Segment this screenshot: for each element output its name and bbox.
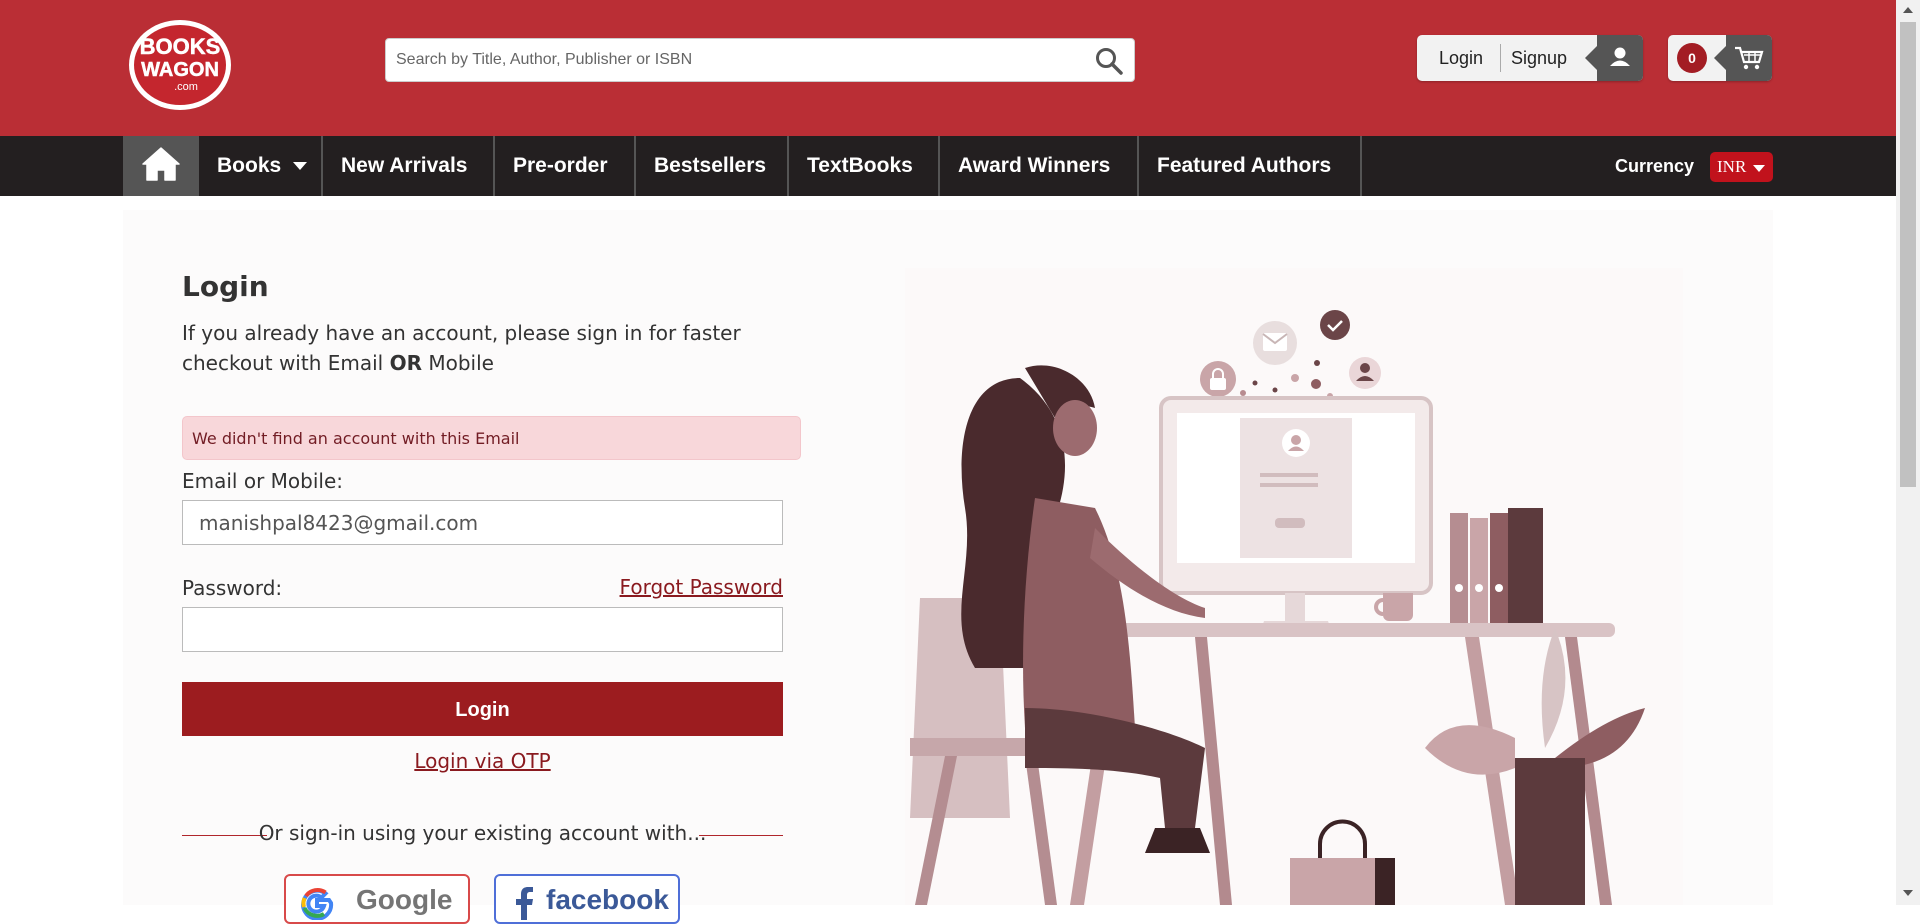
cart-box[interactable]: 0 xyxy=(1668,35,1772,81)
login-button[interactable]: Login xyxy=(182,682,783,736)
nav-new-arrivals[interactable]: New Arrivals xyxy=(322,136,495,196)
scroll-up-icon[interactable] xyxy=(1903,7,1913,13)
logo-line-2: WAGON xyxy=(141,59,219,81)
nav-home-button[interactable] xyxy=(123,136,199,196)
nav-bestsellers[interactable]: Bestsellers xyxy=(635,136,789,196)
auth-divider xyxy=(1500,44,1501,72)
google-signin-button[interactable]: Google xyxy=(284,874,470,924)
intro-or: OR xyxy=(389,351,422,375)
scrollbar-thumb[interactable] xyxy=(1900,22,1916,487)
login-via-otp-link[interactable]: Login via OTP xyxy=(182,749,783,773)
nav-award-winners[interactable]: Award Winners xyxy=(939,136,1139,196)
intro-text-2: Mobile xyxy=(422,351,494,375)
currency-select[interactable]: INR xyxy=(1710,152,1773,182)
nav-featured-authors-label: Featured Authors xyxy=(1157,154,1332,177)
search-icon[interactable] xyxy=(1094,46,1124,76)
nav-new-arrivals-label: New Arrivals xyxy=(341,154,468,177)
social-divider-text: Or sign-in using your existing account w… xyxy=(258,821,707,845)
nav-pre-order[interactable]: Pre-order xyxy=(494,136,636,196)
facebook-icon xyxy=(516,887,533,920)
nav-pre-order-label: Pre-order xyxy=(513,154,608,177)
cart-button[interactable] xyxy=(1714,35,1772,81)
currency-label: Currency xyxy=(1615,156,1695,176)
nav-textbooks[interactable]: TextBooks xyxy=(788,136,940,196)
login-illustration xyxy=(905,268,1683,905)
main-nav: Books New Arrivals Pre-order Bestsellers… xyxy=(0,136,1896,196)
home-icon xyxy=(142,147,180,181)
logo-line-3: .com xyxy=(174,81,198,93)
facebook-signin-button[interactable]: facebook xyxy=(494,874,680,924)
nav-featured-authors[interactable]: Featured Authors xyxy=(1138,136,1362,196)
nav-award-winners-label: Award Winners xyxy=(958,154,1111,177)
forgot-password-link[interactable]: Forgot Password xyxy=(620,575,783,599)
account-button[interactable] xyxy=(1585,35,1643,81)
email-field[interactable] xyxy=(182,500,783,545)
error-alert: We didn't find an account with this Emai… xyxy=(182,416,801,460)
signup-link[interactable]: Signup xyxy=(1511,48,1567,69)
search-box xyxy=(385,38,1135,82)
site-header: BOOKS WAGON .com Login Signup 0 xyxy=(0,0,1896,136)
login-link[interactable]: Login xyxy=(1439,48,1483,69)
login-intro: If you already have an account, please s… xyxy=(182,318,742,378)
password-label: Password: xyxy=(182,576,283,600)
email-label: Email or Mobile: xyxy=(182,469,344,493)
google-label: Google xyxy=(356,884,453,915)
login-title: Login xyxy=(182,270,269,303)
scroll-down-icon[interactable] xyxy=(1903,890,1913,896)
page-scrollbar[interactable] xyxy=(1896,0,1920,905)
cart-icon xyxy=(1735,46,1764,70)
logo-line-1: BOOKS xyxy=(140,34,221,59)
user-icon xyxy=(1610,47,1630,66)
otp-link-text: Login via OTP xyxy=(414,749,551,773)
account-box: Login Signup xyxy=(1417,35,1643,81)
nav-bestsellers-label: Bestsellers xyxy=(654,154,767,177)
cart-count-badge: 0 xyxy=(1677,43,1707,73)
nav-textbooks-label: TextBooks xyxy=(807,154,913,177)
nav-books-label: Books xyxy=(217,154,282,177)
search-input[interactable] xyxy=(394,39,1084,81)
chevron-down-icon xyxy=(293,162,308,171)
bookswagon-logo[interactable]: BOOKS WAGON .com xyxy=(126,18,234,112)
google-icon xyxy=(301,887,334,920)
facebook-label: facebook xyxy=(546,884,669,915)
nav-books[interactable]: Books xyxy=(198,136,323,196)
currency-value: INR xyxy=(1717,157,1747,176)
chevron-down-icon xyxy=(1753,164,1766,172)
password-field[interactable] xyxy=(182,607,783,652)
